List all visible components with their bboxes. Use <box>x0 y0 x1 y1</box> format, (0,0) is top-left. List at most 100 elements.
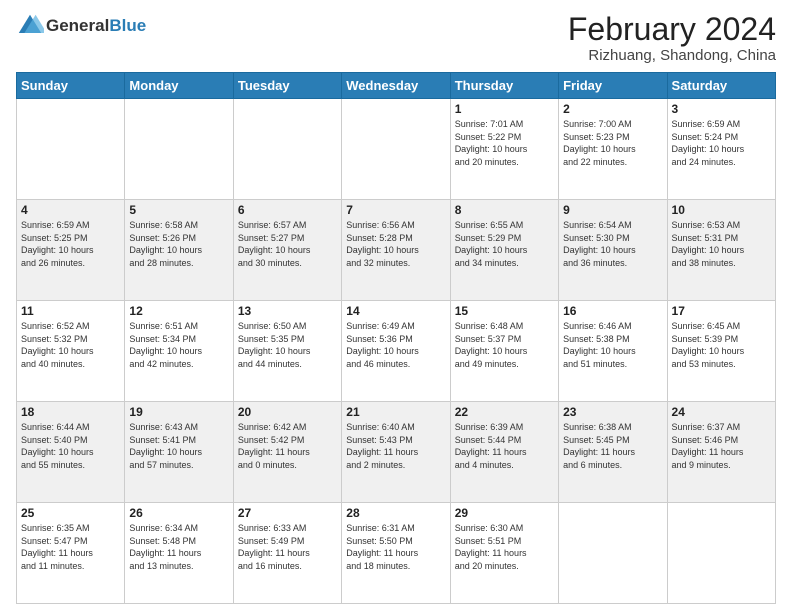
day-info: Sunrise: 7:01 AM Sunset: 5:22 PM Dayligh… <box>455 118 554 168</box>
day-number: 16 <box>563 304 662 318</box>
day-info: Sunrise: 6:56 AM Sunset: 5:28 PM Dayligh… <box>346 219 445 269</box>
col-tuesday: Tuesday <box>233 73 341 99</box>
calendar-cell: 22 Sunrise: 6:39 AM Sunset: 5:44 PM Dayli… <box>450 402 558 503</box>
day-info: Sunrise: 6:45 AM Sunset: 5:39 PM Dayligh… <box>672 320 771 370</box>
day-number: 21 <box>346 405 445 419</box>
day-number: 23 <box>563 405 662 419</box>
day-number: 29 <box>455 506 554 520</box>
title-section: February 2024 Rizhuang, Shandong, China <box>568 12 776 64</box>
calendar-cell: 19 Sunrise: 6:43 AM Sunset: 5:41 PM Dayli… <box>125 402 233 503</box>
logo: GeneralBlue <box>16 12 146 40</box>
calendar-cell: 27 Sunrise: 6:33 AM Sunset: 5:49 PM Dayli… <box>233 503 341 604</box>
day-info: Sunrise: 6:54 AM Sunset: 5:30 PM Dayligh… <box>563 219 662 269</box>
day-info: Sunrise: 6:57 AM Sunset: 5:27 PM Dayligh… <box>238 219 337 269</box>
day-number: 14 <box>346 304 445 318</box>
day-number: 15 <box>455 304 554 318</box>
day-info: Sunrise: 6:42 AM Sunset: 5:42 PM Dayligh… <box>238 421 337 471</box>
day-info: Sunrise: 6:52 AM Sunset: 5:32 PM Dayligh… <box>21 320 120 370</box>
day-number: 24 <box>672 405 771 419</box>
calendar-cell <box>125 99 233 200</box>
calendar-cell: 9 Sunrise: 6:54 AM Sunset: 5:30 PM Daylig… <box>559 200 667 301</box>
day-info: Sunrise: 6:48 AM Sunset: 5:37 PM Dayligh… <box>455 320 554 370</box>
calendar-cell: 7 Sunrise: 6:56 AM Sunset: 5:28 PM Daylig… <box>342 200 450 301</box>
day-number: 19 <box>129 405 228 419</box>
calendar-cell: 15 Sunrise: 6:48 AM Sunset: 5:37 PM Dayli… <box>450 301 558 402</box>
calendar-cell: 18 Sunrise: 6:44 AM Sunset: 5:40 PM Dayli… <box>17 402 125 503</box>
day-info: Sunrise: 6:37 AM Sunset: 5:46 PM Dayligh… <box>672 421 771 471</box>
calendar-cell: 28 Sunrise: 6:31 AM Sunset: 5:50 PM Dayli… <box>342 503 450 604</box>
day-info: Sunrise: 6:39 AM Sunset: 5:44 PM Dayligh… <box>455 421 554 471</box>
calendar-cell <box>342 99 450 200</box>
day-info: Sunrise: 6:49 AM Sunset: 5:36 PM Dayligh… <box>346 320 445 370</box>
day-number: 27 <box>238 506 337 520</box>
calendar-cell: 1 Sunrise: 7:01 AM Sunset: 5:22 PM Daylig… <box>450 99 558 200</box>
day-number: 9 <box>563 203 662 217</box>
day-info: Sunrise: 6:31 AM Sunset: 5:50 PM Dayligh… <box>346 522 445 572</box>
day-number: 11 <box>21 304 120 318</box>
calendar-week-row: 25Sunrise: 6:35 AM Sunset: 5:47 PM Dayli… <box>17 503 776 604</box>
logo-blue: Blue <box>109 16 146 35</box>
day-number: 3 <box>672 102 771 116</box>
location: Rizhuang, Shandong, China <box>568 47 776 64</box>
calendar-cell: 2 Sunrise: 7:00 AM Sunset: 5:23 PM Daylig… <box>559 99 667 200</box>
month-title: February 2024 <box>568 12 776 47</box>
day-number: 18 <box>21 405 120 419</box>
day-number: 28 <box>346 506 445 520</box>
calendar-cell: 14 Sunrise: 6:49 AM Sunset: 5:36 PM Dayli… <box>342 301 450 402</box>
day-number: 8 <box>455 203 554 217</box>
calendar-cell: 21 Sunrise: 6:40 AM Sunset: 5:43 PM Dayli… <box>342 402 450 503</box>
calendar-cell: 25Sunrise: 6:35 AM Sunset: 5:47 PM Dayli… <box>17 503 125 604</box>
calendar-cell: 8 Sunrise: 6:55 AM Sunset: 5:29 PM Daylig… <box>450 200 558 301</box>
day-info: Sunrise: 6:30 AM Sunset: 5:51 PM Dayligh… <box>455 522 554 572</box>
calendar-cell: 17Sunrise: 6:45 AM Sunset: 5:39 PM Dayli… <box>667 301 775 402</box>
col-wednesday: Wednesday <box>342 73 450 99</box>
calendar-cell: 23 Sunrise: 6:38 AM Sunset: 5:45 PM Dayli… <box>559 402 667 503</box>
day-number: 1 <box>455 102 554 116</box>
day-number: 7 <box>346 203 445 217</box>
col-saturday: Saturday <box>667 73 775 99</box>
calendar-cell: 3 Sunrise: 6:59 AM Sunset: 5:24 PM Daylig… <box>667 99 775 200</box>
calendar-cell: 4 Sunrise: 6:59 AM Sunset: 5:25 PM Daylig… <box>17 200 125 301</box>
logo-icon <box>16 12 44 40</box>
day-number: 2 <box>563 102 662 116</box>
day-info: Sunrise: 6:33 AM Sunset: 5:49 PM Dayligh… <box>238 522 337 572</box>
day-info: Sunrise: 6:46 AM Sunset: 5:38 PM Dayligh… <box>563 320 662 370</box>
day-number: 5 <box>129 203 228 217</box>
day-info: Sunrise: 6:44 AM Sunset: 5:40 PM Dayligh… <box>21 421 120 471</box>
calendar-week-row: 4 Sunrise: 6:59 AM Sunset: 5:25 PM Daylig… <box>17 200 776 301</box>
day-info: Sunrise: 6:58 AM Sunset: 5:26 PM Dayligh… <box>129 219 228 269</box>
calendar-cell: 20Sunrise: 6:42 AM Sunset: 5:42 PM Dayli… <box>233 402 341 503</box>
day-number: 6 <box>238 203 337 217</box>
calendar-week-row: 1 Sunrise: 7:01 AM Sunset: 5:22 PM Daylig… <box>17 99 776 200</box>
day-number: 12 <box>129 304 228 318</box>
calendar-cell: 6 Sunrise: 6:57 AM Sunset: 5:27 PM Daylig… <box>233 200 341 301</box>
header: GeneralBlue February 2024 Rizhuang, Shan… <box>16 12 776 64</box>
day-info: Sunrise: 6:35 AM Sunset: 5:47 PM Dayligh… <box>21 522 120 572</box>
calendar-table: Sunday Monday Tuesday Wednesday Thursday… <box>16 72 776 604</box>
day-info: Sunrise: 6:38 AM Sunset: 5:45 PM Dayligh… <box>563 421 662 471</box>
calendar-cell: 24 Sunrise: 6:37 AM Sunset: 5:46 PM Dayli… <box>667 402 775 503</box>
day-info: Sunrise: 6:59 AM Sunset: 5:25 PM Dayligh… <box>21 219 120 269</box>
day-info: Sunrise: 6:51 AM Sunset: 5:34 PM Dayligh… <box>129 320 228 370</box>
day-number: 4 <box>21 203 120 217</box>
calendar-cell: 29 Sunrise: 6:30 AM Sunset: 5:51 PM Dayli… <box>450 503 558 604</box>
day-info: Sunrise: 6:43 AM Sunset: 5:41 PM Dayligh… <box>129 421 228 471</box>
day-info: Sunrise: 6:40 AM Sunset: 5:43 PM Dayligh… <box>346 421 445 471</box>
calendar-cell: 26 Sunrise: 6:34 AM Sunset: 5:48 PM Dayli… <box>125 503 233 604</box>
calendar-cell: 12 Sunrise: 6:51 AM Sunset: 5:34 PM Dayli… <box>125 301 233 402</box>
day-info: Sunrise: 6:59 AM Sunset: 5:24 PM Dayligh… <box>672 118 771 168</box>
logo-general: General <box>46 16 109 35</box>
col-friday: Friday <box>559 73 667 99</box>
calendar-header-row: Sunday Monday Tuesday Wednesday Thursday… <box>17 73 776 99</box>
day-info: Sunrise: 6:55 AM Sunset: 5:29 PM Dayligh… <box>455 219 554 269</box>
calendar-cell: 10 Sunrise: 6:53 AM Sunset: 5:31 PM Dayli… <box>667 200 775 301</box>
day-number: 22 <box>455 405 554 419</box>
day-number: 26 <box>129 506 228 520</box>
calendar-cell <box>233 99 341 200</box>
day-number: 10 <box>672 203 771 217</box>
day-info: Sunrise: 7:00 AM Sunset: 5:23 PM Dayligh… <box>563 118 662 168</box>
day-info: Sunrise: 6:34 AM Sunset: 5:48 PM Dayligh… <box>129 522 228 572</box>
calendar-cell <box>559 503 667 604</box>
calendar-cell: 5 Sunrise: 6:58 AM Sunset: 5:26 PM Daylig… <box>125 200 233 301</box>
day-info: Sunrise: 6:53 AM Sunset: 5:31 PM Dayligh… <box>672 219 771 269</box>
